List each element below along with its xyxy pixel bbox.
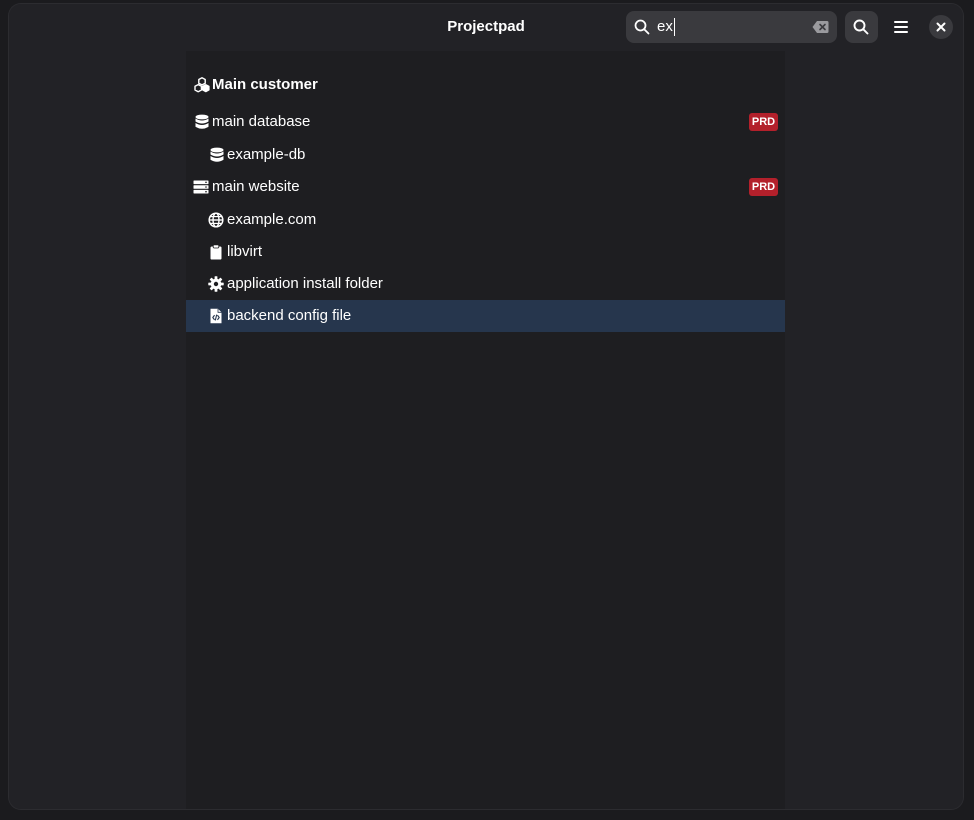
- close-icon: [936, 22, 946, 32]
- list-item[interactable]: main website PRD: [186, 171, 785, 203]
- clipboard-icon: [210, 244, 222, 260]
- environment-badge: PRD: [749, 113, 778, 131]
- list-item-selected[interactable]: backend config file: [186, 300, 785, 332]
- environment-badge: PRD: [749, 178, 778, 196]
- project-name: Main customer: [212, 76, 318, 93]
- list-item[interactable]: application install folder: [186, 268, 785, 300]
- database-icon: [210, 147, 224, 162]
- list-item[interactable]: example-db: [186, 139, 785, 171]
- left-pane: [9, 51, 186, 809]
- list-item-label: example-db: [227, 146, 306, 163]
- search-results-list: Main customer main database PRD example-…: [186, 51, 785, 809]
- list-item-label: application install folder: [227, 275, 383, 292]
- search-icon: [853, 19, 869, 35]
- search-icon: [634, 19, 650, 35]
- main-menu-button[interactable]: [885, 11, 917, 43]
- list-item-label: main website: [212, 178, 300, 195]
- header-bar: Projectpad ex: [9, 4, 963, 51]
- globe-icon: [208, 212, 224, 228]
- close-window-button[interactable]: [929, 15, 953, 39]
- list-item[interactable]: main database PRD: [186, 106, 785, 138]
- code-file-icon: [210, 308, 222, 324]
- list-item-label: example.com: [227, 211, 317, 228]
- list-item[interactable]: libvirt: [186, 236, 785, 268]
- app-window: Projectpad ex Main customer main databas…: [9, 4, 963, 809]
- cubes-icon: [194, 77, 210, 93]
- search-toggle-button[interactable]: [845, 11, 878, 43]
- list-item-label: backend config file: [227, 307, 352, 324]
- list-item-label: main database: [212, 113, 311, 130]
- search-input[interactable]: ex: [626, 11, 837, 43]
- hamburger-menu-icon: [894, 21, 908, 33]
- database-icon: [195, 114, 209, 129]
- list-item-label: libvirt: [227, 243, 263, 260]
- clear-search-icon[interactable]: [812, 20, 829, 34]
- right-pane: [785, 51, 963, 809]
- list-item[interactable]: example.com: [186, 204, 785, 236]
- gear-icon: [208, 276, 224, 292]
- server-icon: [193, 180, 209, 194]
- project-header[interactable]: Main customer: [186, 69, 785, 101]
- search-input-text[interactable]: ex: [657, 18, 675, 36]
